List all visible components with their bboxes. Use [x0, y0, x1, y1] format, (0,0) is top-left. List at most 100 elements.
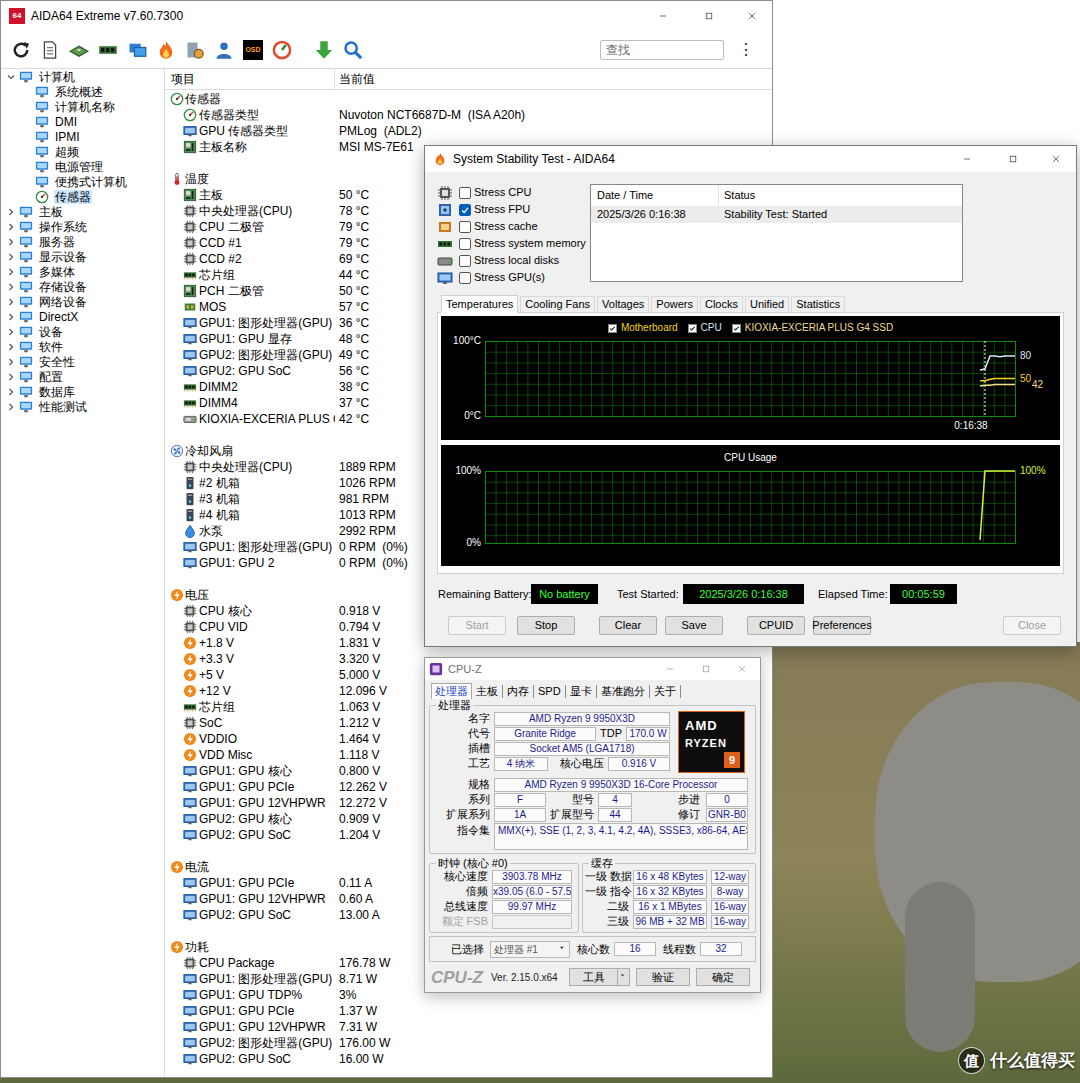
tab[interactable]: Temperatures: [441, 295, 518, 313]
tab-label[interactable]: 处理器: [435, 686, 468, 697]
tab[interactable]: 主板: [472, 685, 503, 698]
tab-label[interactable]: Statistics: [796, 299, 840, 310]
tab[interactable]: Voltages: [597, 296, 649, 312]
report-icon[interactable]: [40, 40, 60, 60]
stress-option[interactable]: Stress cache: [437, 218, 590, 235]
expand-arrow-icon[interactable]: [6, 237, 18, 247]
tree-item[interactable]: 软件: [1, 339, 164, 354]
tree-item[interactable]: 服务器: [1, 234, 164, 249]
legend-checkbox[interactable]: [688, 324, 697, 333]
column-header[interactable]: 当前值: [339, 70, 375, 88]
sensor-row[interactable]: GPU1: GPU PCIe1.37 W: [165, 1003, 772, 1019]
sensor-row[interactable]: GPU2: 图形处理器(GPU)176.00 W: [165, 1035, 772, 1051]
column-header[interactable]: 项目: [171, 70, 195, 88]
tree-item[interactable]: DMI: [1, 114, 164, 129]
stress-option[interactable]: Stress CPU: [437, 184, 590, 201]
tab[interactable]: 内存: [503, 685, 534, 698]
button[interactable]: Preferences: [813, 616, 871, 635]
expand-arrow-icon[interactable]: [6, 327, 18, 337]
tab[interactable]: Statistics: [791, 296, 845, 312]
tab-label[interactable]: Cooling Fans: [525, 299, 590, 310]
expand-arrow-icon[interactable]: [6, 297, 18, 307]
maximize-button[interactable]: [686, 1, 732, 31]
button-label[interactable]: Start: [465, 620, 488, 631]
tab[interactable]: 基准跑分: [597, 685, 650, 698]
stress-option[interactable]: Stress local disks: [437, 252, 590, 269]
button-label[interactable]: Stop: [535, 620, 558, 631]
legend-checkbox[interactable]: [608, 324, 617, 333]
tab-label[interactable]: Powers: [656, 299, 693, 310]
tree-item[interactable]: 电源管理: [1, 159, 164, 174]
minimize-button[interactable]: [640, 1, 686, 31]
option-label[interactable]: Stress cache: [474, 218, 538, 235]
button-label[interactable]: Preferences: [812, 620, 871, 631]
processor-dropdown[interactable]: 处理器 #1: [490, 941, 570, 958]
expand-arrow-icon[interactable]: [6, 342, 18, 352]
tab-label[interactable]: Temperatures: [446, 299, 513, 310]
tree-item[interactable]: 系统概述: [1, 84, 164, 99]
button-label[interactable]: CPUID: [759, 620, 793, 631]
button-label[interactable]: 工具: [583, 969, 605, 986]
button[interactable]: Clear: [599, 616, 657, 635]
tree-item[interactable]: DirectX: [1, 309, 164, 324]
tree-item[interactable]: 传感器: [1, 189, 164, 204]
expand-arrow-icon[interactable]: [6, 357, 18, 367]
tree-item[interactable]: 操作系统: [1, 219, 164, 234]
expand-arrow-icon[interactable]: [6, 387, 18, 397]
stress-option[interactable]: Stress FPU: [437, 201, 590, 218]
checkbox[interactable]: [459, 204, 471, 216]
tab[interactable]: Unified: [745, 296, 789, 312]
legend-item[interactable]: KIOXIA-EXCERIA PLUS G4 SSD: [732, 322, 893, 334]
tree-item[interactable]: 主板: [1, 204, 164, 219]
button[interactable]: Stop: [517, 616, 575, 635]
tab-label[interactable]: 关于: [654, 686, 676, 697]
tree-item[interactable]: 显示设备: [1, 249, 164, 264]
tree-item[interactable]: 多媒体: [1, 264, 164, 279]
expand-arrow-icon[interactable]: [6, 222, 18, 232]
stress-option[interactable]: Stress system memory: [437, 235, 590, 252]
close-button[interactable]: [724, 658, 760, 680]
legend-item[interactable]: CPU: [688, 322, 722, 334]
option-label[interactable]: Stress local disks: [474, 252, 559, 269]
maximize-button[interactable]: [990, 146, 1036, 172]
search-icon[interactable]: [343, 40, 363, 60]
expand-arrow-icon[interactable]: [6, 252, 18, 262]
tree-item[interactable]: IPMI: [1, 129, 164, 144]
option-label[interactable]: Stress FPU: [474, 201, 530, 218]
tab-label[interactable]: 主板: [476, 686, 498, 697]
option-label[interactable]: Stress system memory: [474, 235, 586, 252]
button-label[interactable]: 确定: [712, 969, 734, 986]
tab-label[interactable]: 内存: [507, 686, 529, 697]
memory-icon[interactable]: [98, 40, 118, 60]
checkbox[interactable]: [459, 238, 471, 250]
network-icon[interactable]: [127, 40, 147, 60]
tree-item[interactable]: 配置: [1, 369, 164, 384]
checkbox[interactable]: [459, 272, 471, 284]
osd-button[interactable]: OSD: [243, 40, 263, 60]
expand-arrow-icon[interactable]: [6, 207, 18, 217]
option-label[interactable]: Stress CPU: [474, 184, 531, 201]
button-label[interactable]: Clear: [615, 620, 641, 631]
button-label[interactable]: Save: [681, 620, 706, 631]
minimize-button[interactable]: [944, 146, 990, 172]
tree-item[interactable]: 便携式计算机: [1, 174, 164, 189]
close-button[interactable]: [1036, 146, 1076, 172]
tools-menu-button[interactable]: [618, 968, 630, 987]
tree-item[interactable]: 存储设备: [1, 279, 164, 294]
button[interactable]: Save: [665, 616, 723, 635]
tree-item[interactable]: 性能测试: [1, 399, 164, 414]
option-label[interactable]: Stress GPU(s): [474, 269, 545, 286]
tree-item[interactable]: 超频: [1, 144, 164, 159]
tab-label[interactable]: SPD: [538, 686, 561, 697]
button-label[interactable]: Close: [1018, 620, 1046, 631]
expand-arrow-icon[interactable]: [6, 267, 18, 277]
tab[interactable]: Cooling Fans: [520, 296, 595, 312]
expand-arrow-icon[interactable]: [6, 312, 18, 322]
button[interactable]: Start: [448, 616, 506, 635]
computer-icon[interactable]: [185, 40, 205, 60]
sensor-row[interactable]: GPU 传感器类型PMLog (ADL2): [165, 123, 772, 139]
log-row[interactable]: 2025/3/26 0:16:38Stability Test: Started: [591, 206, 962, 223]
tree-item[interactable]: 安全性: [1, 354, 164, 369]
tab-label[interactable]: 基准跑分: [601, 686, 645, 697]
collapse-arrow-icon[interactable]: [6, 72, 18, 82]
